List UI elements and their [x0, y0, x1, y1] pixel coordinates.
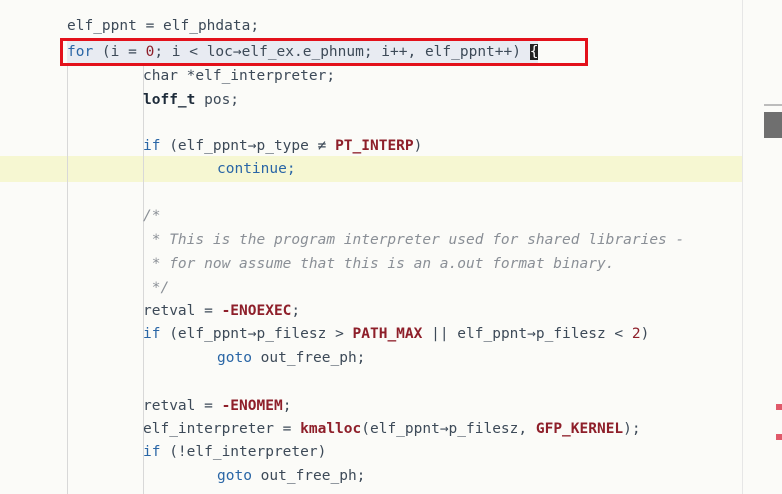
code-line[interactable]: retval = -ENOEXEC; — [143, 299, 300, 323]
indent-guide — [67, 40, 68, 494]
code-line[interactable]: continue; — [217, 157, 296, 181]
code-line[interactable]: if (elf_ppnt→p_filesz > PATH_MAX || elf_… — [143, 322, 649, 346]
code-line[interactable]: goto out_free_ph; — [217, 346, 365, 370]
code-line[interactable]: loff_t pos; — [143, 88, 239, 112]
path-max-macro: PATH_MAX — [352, 326, 423, 342]
if-keyword: if — [143, 138, 161, 154]
scrollbar-thumb-edge — [764, 104, 782, 106]
two-literal: 2 — [631, 326, 641, 342]
gfp-kernel-macro: GFP_KERNEL — [535, 421, 624, 437]
enoexec-macro: -ENOEXEC — [221, 303, 292, 319]
code-line[interactable]: goto out_free_ph; — [217, 464, 365, 488]
scrollbar-thumb[interactable] — [764, 112, 782, 138]
code-line[interactable]: char *elf_interpreter; — [143, 64, 335, 88]
goto-keyword: goto — [217, 350, 252, 366]
code-line[interactable]: if (elf_ppnt→p_type ≠ PT_INTERP) — [143, 134, 422, 158]
code-line[interactable]: elf_interpreter = kmalloc(elf_ppnt→p_fil… — [143, 417, 641, 441]
minimap-marker — [776, 434, 782, 440]
loff-t-type: loff_t — [143, 92, 196, 108]
minimap-marker — [776, 404, 782, 410]
code-line[interactable]: retval = -ENOMEM; — [143, 394, 291, 418]
comment-line[interactable]: * This is the program interpreter used f… — [143, 228, 685, 252]
if-keyword: if — [143, 326, 161, 342]
comment-line[interactable]: * for now assume that this is an a.out f… — [143, 252, 615, 276]
highlight-box — [60, 38, 588, 66]
enomem-macro: -ENOMEM — [221, 398, 283, 414]
code-editor[interactable]: elf_ppnt = elf_phdata; for (i = 0; i < l… — [0, 0, 782, 494]
code-line[interactable]: elf_ppnt = elf_phdata; — [67, 14, 259, 38]
if-keyword: if — [143, 444, 161, 460]
pt-interp-macro: PT_INTERP — [335, 138, 414, 154]
comment-line[interactable]: /* — [143, 204, 160, 228]
comment-line[interactable]: */ — [143, 276, 169, 300]
kmalloc-function: kmalloc — [300, 421, 362, 437]
current-line-highlight — [0, 156, 742, 182]
goto-keyword: goto — [217, 468, 252, 484]
editor-right-border — [742, 0, 743, 494]
code-line[interactable]: if (!elf_interpreter) — [143, 440, 326, 464]
